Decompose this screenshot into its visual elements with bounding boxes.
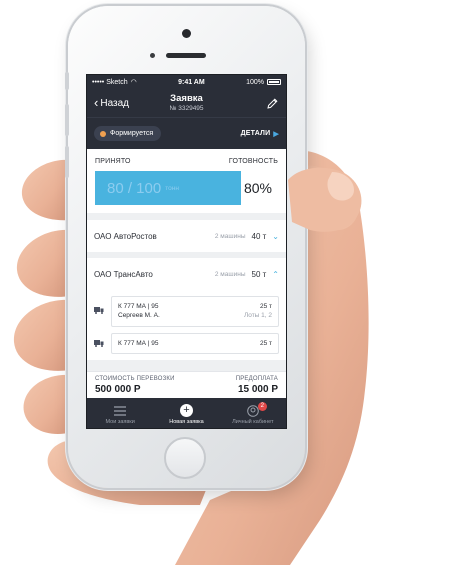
status-badge: Формируется [94, 126, 162, 141]
tab-label: Мои заявки [105, 419, 135, 425]
truck-card[interactable]: К 777 МА | 95 25 т [111, 332, 279, 355]
clock: 9:41 AM [178, 78, 205, 86]
prepay-value: 15 000 Р [237, 384, 278, 395]
carrier-label: ••••• Sketch [92, 78, 128, 86]
tab-my-orders[interactable]: Мои заявки [90, 404, 150, 425]
home-button[interactable] [164, 437, 206, 479]
carrier-row[interactable]: ОАО ТрансАвто 2 машины 50 т ⌃ [87, 258, 286, 290]
cost-label: СТОИМОСТЬ ПЕРЕВОЗКИ [95, 376, 175, 382]
carrier-weight: 40 т [251, 231, 267, 241]
truck-weight: 25 т [259, 339, 272, 347]
accepted-label: ПРИНЯТО [95, 158, 131, 165]
truck-row[interactable]: К 777 МА | 95 Сергеев М. А. 25 т Лоты 1,… [87, 296, 286, 327]
order-status-bar: Формируется ДЕТАЛИ ▶ [87, 117, 286, 149]
tab-label: Личный кабинет [232, 419, 274, 425]
chevron-down-icon: ⌄ [272, 231, 279, 241]
wifi-icon: ◠ [130, 79, 137, 86]
order-content: ПРИНЯТО ГОТОВНОСТЬ 80 / 100 тонн 80% ОАО… [87, 149, 286, 428]
battery-percent: 100% [246, 78, 264, 86]
truck-row[interactable]: К 777 МА | 95 25 т [87, 332, 286, 355]
cost-value: 500 000 Р [95, 384, 141, 395]
ready-label: ГОТОВНОСТЬ [228, 158, 278, 165]
truck-icon [94, 306, 111, 316]
earpiece-speaker [166, 53, 206, 58]
tab-profile[interactable]: 2 Личный кабинет [223, 402, 283, 425]
volume-up-button [65, 104, 69, 136]
carrier-name: ОАО АвтоРостов [94, 231, 157, 241]
progress-fill: 80 / 100 тонн [95, 171, 242, 205]
progress-percent: 80% [243, 180, 272, 196]
tab-label: Новая заявка [169, 419, 204, 425]
truck-plate: К 777 МА | 95 [118, 303, 159, 310]
truck-plate: К 777 МА | 95 [118, 339, 159, 347]
volume-down-button [65, 146, 69, 178]
details-label: ДЕТАЛИ [240, 130, 271, 137]
navigation-bar: ‹ Назад Заявка № 3329495 [87, 89, 286, 117]
carrier-name: ОАО ТрансАвто [94, 269, 153, 279]
progress-unit: тонн [165, 184, 179, 192]
truck-weight: 25 т [259, 303, 272, 310]
proximity-sensor [150, 53, 155, 58]
progress-bar: 80 / 100 тонн 80% [95, 171, 278, 205]
chevron-left-icon: ‹ [94, 95, 99, 110]
truck-card[interactable]: К 777 МА | 95 Сергеев М. А. 25 т Лоты 1,… [111, 296, 279, 327]
triangle-right-icon: ▶ [273, 130, 279, 138]
list-icon [114, 404, 127, 417]
status-bar: ••••• Sketch ◠ 9:41 AM 100% [87, 75, 286, 89]
status-label: Формируется [110, 130, 154, 137]
carrier-row[interactable]: ОАО АвтоРостов 2 машины 40 т ⌄ [87, 220, 286, 252]
truck-lots: Лоты 1, 2 [243, 312, 272, 320]
plus-icon: + [179, 404, 193, 417]
battery-icon [267, 79, 281, 85]
carrier-expanded: ОАО ТрансАвто 2 машины 50 т ⌃ К 777 МА |… [87, 258, 286, 361]
mute-switch [65, 72, 69, 90]
driver-name: Сергеев М. А. [118, 312, 160, 320]
truck-icon [94, 339, 111, 349]
phone-screen: ••••• Sketch ◠ 9:41 AM 100% ‹ Назад Заяв… [87, 75, 286, 428]
order-totals: СТОИМОСТЬ ПЕРЕВОЗКИ ПРЕДОПЛАТА 500 000 Р… [87, 371, 286, 398]
front-camera [182, 29, 191, 38]
chevron-up-icon: ⌃ [272, 269, 279, 279]
prepay-label: ПРЕДОПЛАТА [235, 376, 278, 382]
back-label: Назад [100, 97, 129, 109]
details-link[interactable]: ДЕТАЛИ ▶ [241, 130, 279, 138]
carrier-weight: 50 т [251, 269, 267, 279]
tab-bar: Мои заявки + Новая заявка 2 Личный кабин… [87, 398, 286, 428]
back-button[interactable]: ‹ Назад [94, 95, 129, 110]
status-dot-icon [100, 130, 106, 137]
progress-card: ПРИНЯТО ГОТОВНОСТЬ 80 / 100 тонн 80% [87, 149, 286, 213]
progress-text: 80 / 100 [107, 179, 162, 197]
tab-new-order[interactable]: + Новая заявка [156, 404, 216, 425]
truck-count: 2 машины [214, 232, 246, 240]
truck-count: 2 машины [214, 270, 246, 278]
notification-badge: 2 [257, 402, 267, 411]
pencil-icon[interactable] [266, 97, 279, 110]
